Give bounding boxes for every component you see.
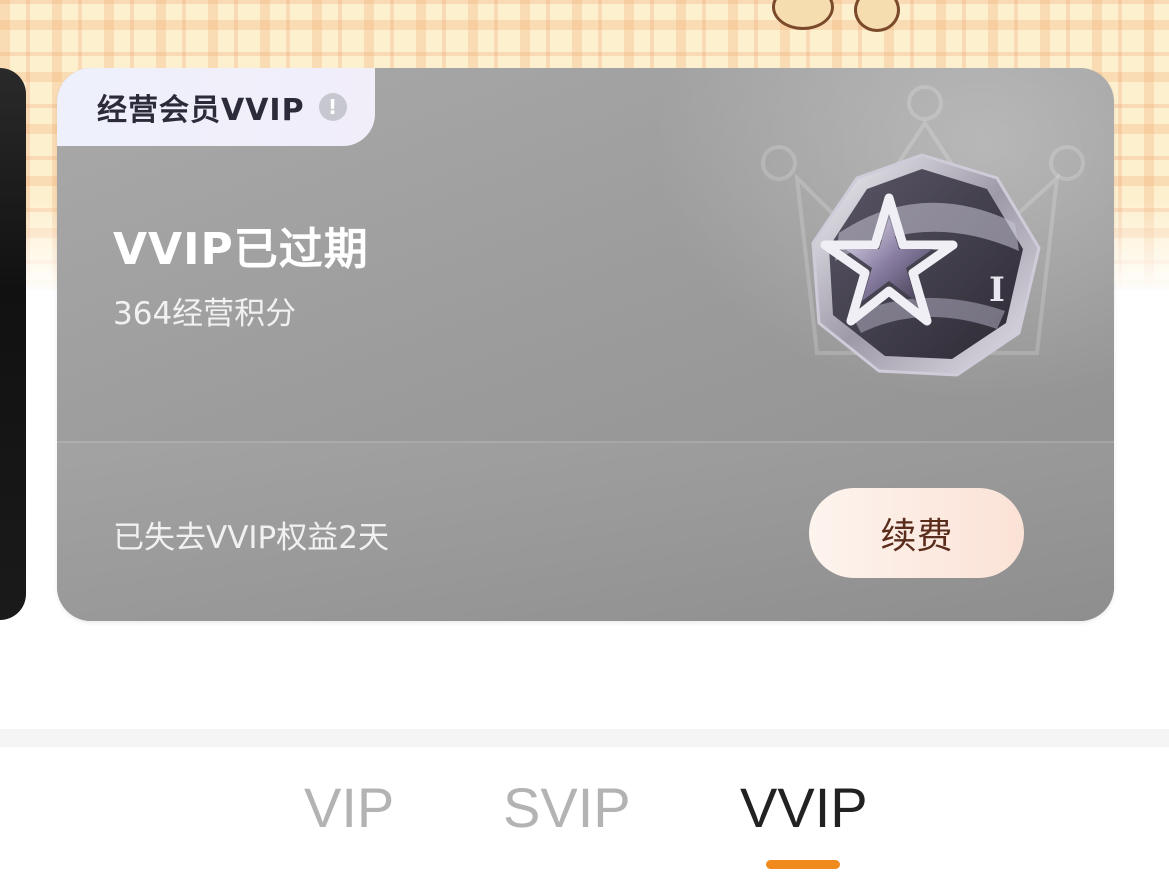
tab-vvip[interactable]: VVIP: [740, 775, 868, 840]
section-divider: [0, 729, 1169, 747]
renew-button[interactable]: 续费: [809, 488, 1024, 578]
badge-level: I: [989, 270, 1005, 310]
business-points: 364经营积分: [113, 296, 297, 332]
info-icon[interactable]: !: [318, 93, 347, 121]
membership-status: VVIP已过期: [113, 224, 369, 275]
tab-svip[interactable]: SVIP: [503, 775, 631, 840]
paw-left: [772, 0, 834, 30]
tier-tab-bar: VIP SVIP VVIP: [0, 747, 1169, 877]
paw-right: [854, 0, 900, 32]
previous-card[interactable]: [0, 68, 26, 620]
member-type-label: 经营会员VVIP: [97, 93, 305, 128]
star-badge-icon: I: [761, 85, 1085, 377]
vvip-badge: I: [757, 83, 1087, 413]
cat-paws-illustration: [770, 0, 900, 32]
active-tab-indicator: [766, 860, 840, 869]
lost-benefits-text: 已失去VVIP权益2天: [113, 520, 389, 556]
vvip-member-card[interactable]: 经营会员VVIP ! VVIP已过期 364经营积分 I 已失去VVIP权益2天…: [57, 68, 1114, 621]
member-type-tag: 经营会员VVIP !: [57, 68, 375, 146]
tab-vip[interactable]: VIP: [304, 775, 394, 840]
